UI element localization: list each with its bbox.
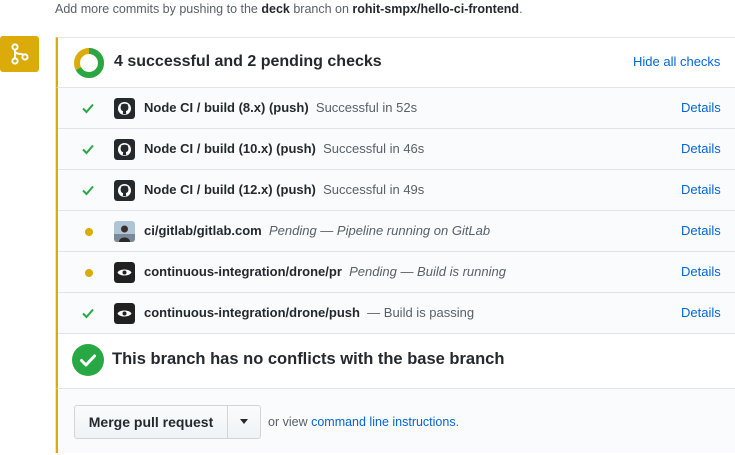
drone-icon xyxy=(114,262,135,283)
check-name: continuous-integration/drone/pr Pending … xyxy=(144,264,506,279)
checks-summary-title: 4 successful and 2 pending checks xyxy=(114,53,382,70)
check-name: Node CI / build (10.x) (push) Successful… xyxy=(144,141,424,156)
github-icon xyxy=(114,139,135,160)
check-description: Pending — Pipeline running on GitLab xyxy=(268,223,491,238)
user-avatar xyxy=(114,221,135,242)
push-hint-middle: branch on xyxy=(289,2,353,16)
check-details-link[interactable]: Details xyxy=(681,100,721,115)
merge-pull-request-button[interactable]: Merge pull request xyxy=(75,406,228,438)
git-merge-icon xyxy=(10,43,29,65)
check-circle-icon xyxy=(72,344,104,376)
check-details-link[interactable]: Details xyxy=(681,182,721,197)
hide-all-checks-link[interactable]: Hide all checks xyxy=(633,54,720,69)
push-hint: Add more commits by pushing to the deck … xyxy=(55,2,523,16)
check-row: continuous-integration/drone/pr Pending … xyxy=(58,252,735,293)
github-icon xyxy=(114,180,135,201)
checks-summary: 4 successful and 2 pending checks Hide a… xyxy=(56,37,735,88)
push-hint-suffix: . xyxy=(519,2,523,16)
check-icon xyxy=(82,185,94,196)
merge-actions: Merge pull request or view command line … xyxy=(56,389,735,453)
check-details-link[interactable]: Details xyxy=(681,305,721,320)
check-icon xyxy=(82,308,94,319)
checks-list: Node CI / build (8.x) (push) Successful … xyxy=(56,88,735,334)
check-description: Pending — Build is running xyxy=(349,264,506,279)
check-title: Node CI / build (12.x) (push) xyxy=(144,182,316,197)
checks-progress-ring xyxy=(74,48,104,78)
command-line-instructions-link[interactable]: command line instructions xyxy=(311,415,456,429)
check-description: Successful in 52s xyxy=(315,100,418,115)
pending-dot-icon xyxy=(85,228,93,236)
check-title: ci/gitlab/gitlab.com xyxy=(144,223,262,238)
merge-status-badge xyxy=(0,36,39,72)
command-line-hint: or view command line instructions. xyxy=(268,415,459,429)
no-conflicts-section: This branch has no conflicts with the ba… xyxy=(56,334,735,389)
repo-name: rohit-smpx/hello-ci-frontend xyxy=(352,2,520,16)
check-title: Node CI / build (8.x) (push) xyxy=(144,100,309,115)
check-row: Node CI / build (10.x) (push) Successful… xyxy=(58,129,735,170)
branch-name: deck xyxy=(261,2,290,16)
cli-suffix: . xyxy=(455,415,460,429)
merge-button-group: Merge pull request xyxy=(74,405,261,439)
or-view-text: or view xyxy=(268,415,312,429)
drone-icon xyxy=(114,303,135,324)
check-title: Node CI / build (10.x) (push) xyxy=(144,141,316,156)
pending-dot-icon xyxy=(85,269,93,277)
check-row: Node CI / build (12.x) (push) Successful… xyxy=(58,170,735,211)
check-description: — Build is passing xyxy=(367,305,475,320)
check-name: continuous-integration/drone/push — Buil… xyxy=(144,305,474,320)
check-name: Node CI / build (8.x) (push) Successful … xyxy=(144,100,417,115)
check-row: ci/gitlab/gitlab.com Pending — Pipeline … xyxy=(58,211,735,252)
triangle-down-icon xyxy=(240,419,248,424)
check-title: continuous-integration/drone/push xyxy=(144,305,360,320)
check-row: continuous-integration/drone/push — Buil… xyxy=(58,293,735,334)
github-icon xyxy=(114,98,135,119)
no-conflicts-title: This branch has no conflicts with the ba… xyxy=(112,350,505,368)
check-icon xyxy=(82,144,94,155)
merge-panel: 4 successful and 2 pending checks Hide a… xyxy=(55,37,735,453)
check-name: ci/gitlab/gitlab.com Pending — Pipeline … xyxy=(144,223,490,238)
check-details-link[interactable]: Details xyxy=(681,264,721,279)
merge-options-dropdown[interactable] xyxy=(228,406,260,438)
check-row: Node CI / build (8.x) (push) Successful … xyxy=(58,88,735,129)
check-description: Successful in 46s xyxy=(323,141,425,156)
check-title: continuous-integration/drone/pr xyxy=(144,264,342,279)
check-details-link[interactable]: Details xyxy=(681,223,721,238)
check-description: Successful in 49s xyxy=(323,182,425,197)
push-hint-prefix: Add more commits by pushing to the xyxy=(55,2,262,16)
check-name: Node CI / build (12.x) (push) Successful… xyxy=(144,182,424,197)
check-icon xyxy=(82,103,94,114)
check-details-link[interactable]: Details xyxy=(681,141,721,156)
